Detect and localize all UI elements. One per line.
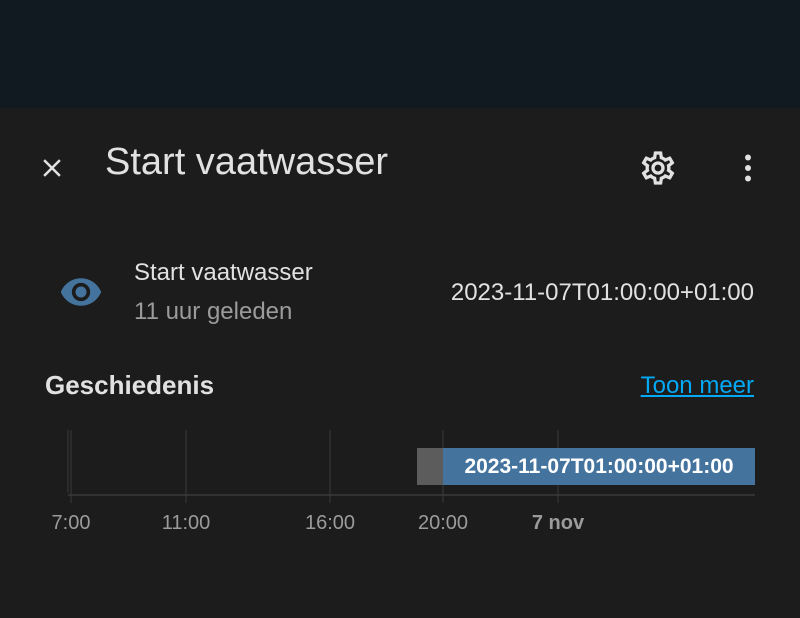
tick-label: 16:00 <box>304 512 356 534</box>
tick-label: 11:00 <box>161 512 211 534</box>
entity-state-value: 2023-11-07T01:00:00+01:00 <box>450 279 754 306</box>
more-vertical-icon <box>745 154 751 182</box>
unknown-segment <box>417 448 443 485</box>
state-segment-label: 2023-11-07T01:00:00+01:00 <box>464 454 734 478</box>
entity-icon-wrap <box>58 275 104 309</box>
close-icon <box>43 159 61 177</box>
history-title: Geschiedenis <box>45 370 215 400</box>
gear-icon <box>641 151 675 185</box>
tick-label: 20:00 <box>417 512 469 534</box>
history-timeline[interactable]: 2023-11-07T01:00:00+01:00 7:00 11:00 16:… <box>0 428 800 538</box>
show-more-link[interactable]: Toon meer <box>641 372 754 400</box>
tick-label: 7:00 <box>51 512 91 534</box>
more-options-button[interactable] <box>720 140 776 196</box>
close-button[interactable] <box>24 140 80 196</box>
entity-name: Start vaatwasser <box>134 259 313 286</box>
app-header-band <box>0 0 800 108</box>
entity-row: Start vaatwasser 11 uur geleden 2023-11-… <box>0 253 800 333</box>
tick-label-date: 7 nov <box>531 512 585 534</box>
more-info-dialog: Start vaatwasser Start vaatwasser 11 uur… <box>0 108 800 618</box>
dialog-title: Start vaatwasser <box>105 141 388 183</box>
settings-button[interactable] <box>630 140 686 196</box>
last-changed-text: 11 uur geleden <box>134 298 293 325</box>
eye-icon <box>60 278 102 306</box>
